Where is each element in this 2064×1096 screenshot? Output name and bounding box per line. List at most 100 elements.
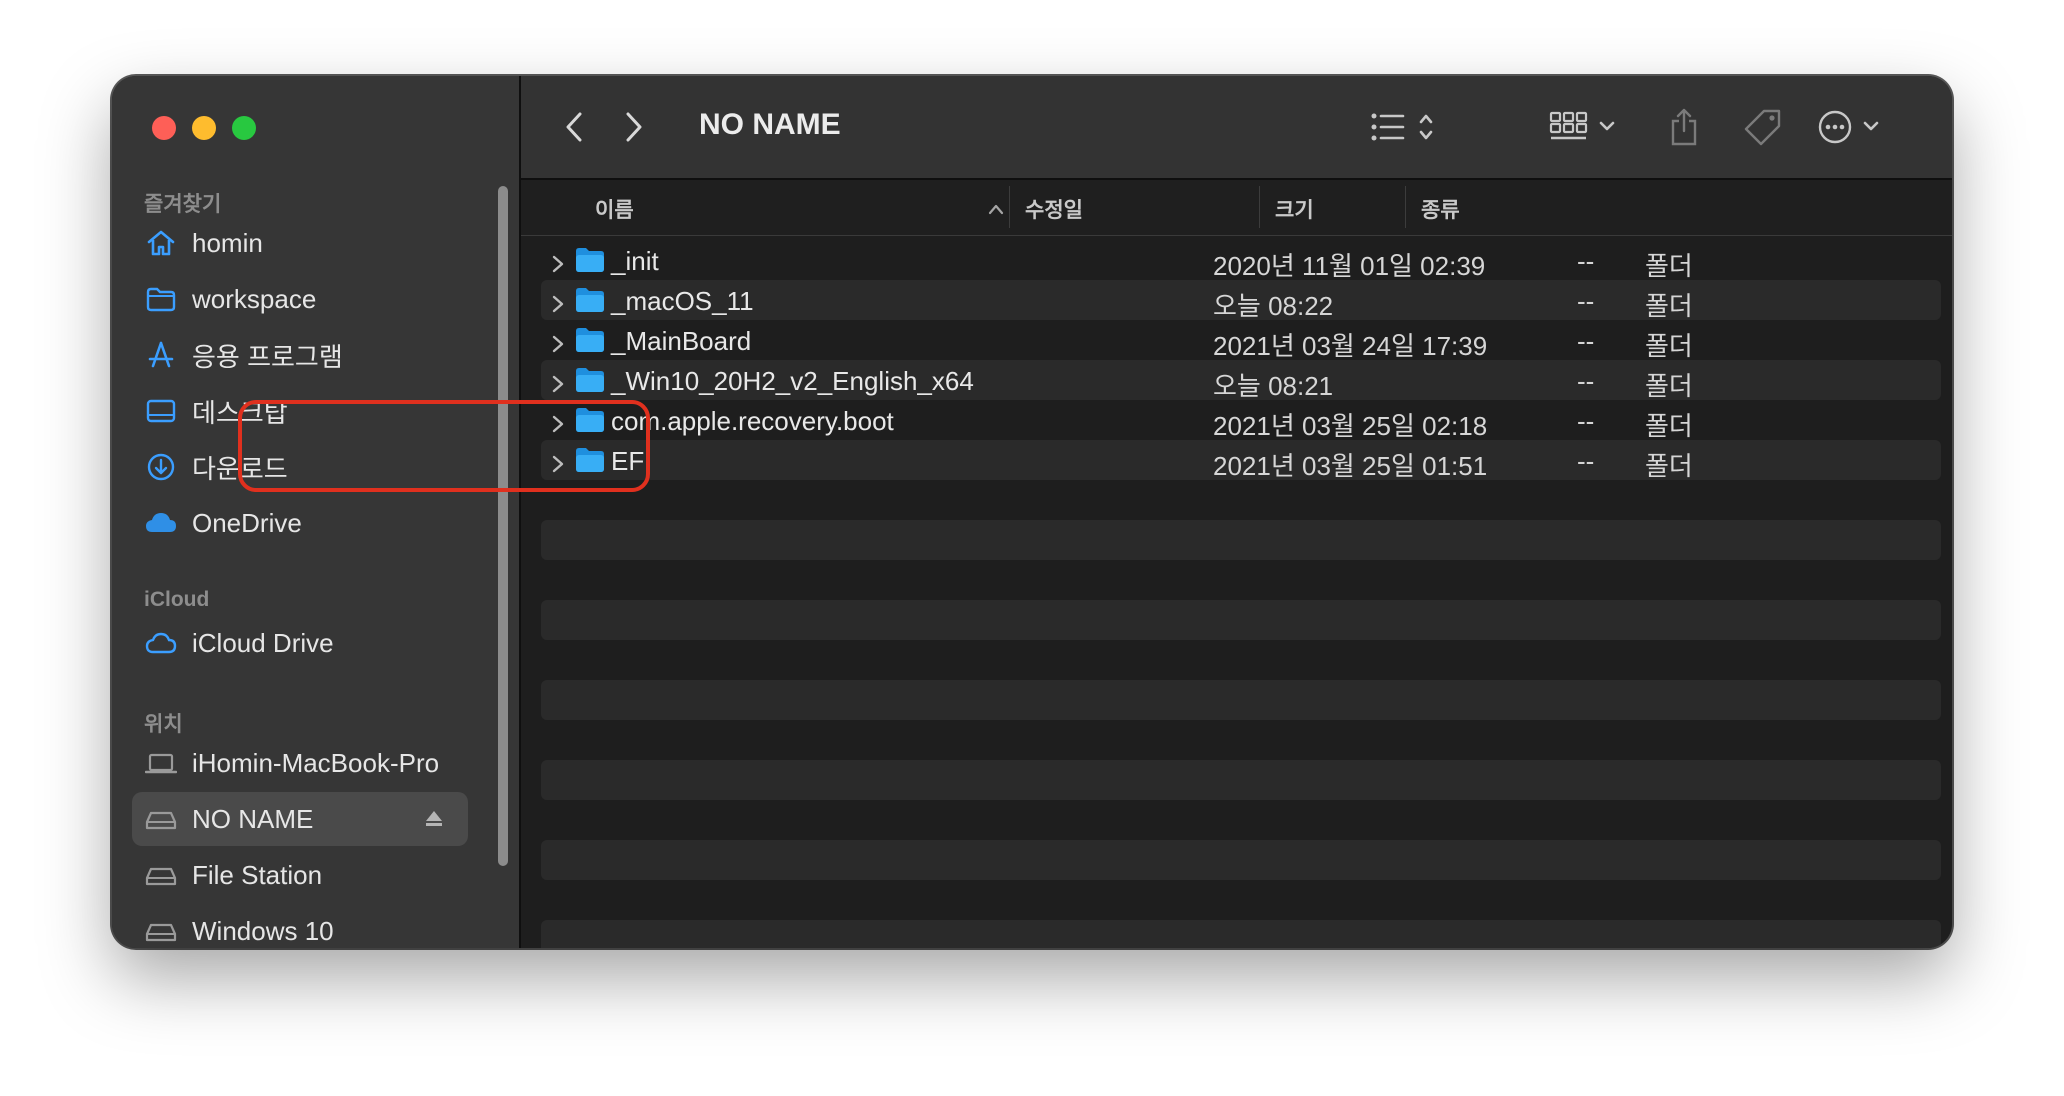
file-modified: 오늘 08:21 [1213, 371, 1334, 401]
icloud-icon [144, 626, 178, 660]
window-controls [152, 116, 256, 140]
sidebar-item-label: OneDrive [192, 507, 302, 538]
folder-icon [575, 247, 605, 280]
file-row[interactable]: _MainBoard 2021년 03월 24일 17:39 -- 폴더 [541, 320, 1941, 361]
sidebar-item-label: File Station [192, 859, 323, 890]
file-row[interactable]: EFI 2021년 03월 25일 01:51 -- 폴더 [541, 440, 1941, 481]
folder-icon [144, 282, 178, 316]
icloud-section-title: iCloud [144, 588, 210, 611]
sidebar-item-no-name[interactable]: NO NAME [132, 792, 468, 846]
file-kind: 폴더 [1645, 251, 1693, 281]
sidebar-item-onedrive[interactable]: OneDrive [132, 496, 468, 550]
sidebar-item-label: Windows 10 [192, 915, 334, 946]
column-header: 이름 수정일 크기 종류 [521, 180, 1952, 236]
column-separator [1405, 186, 1406, 228]
file-name: _init [611, 246, 659, 276]
file-size: -- [1577, 326, 1595, 356]
finder-window: 즐겨찾기 homin workspace 응용 프로그램 데스크탑 다운로드 O… [112, 76, 1952, 948]
sidebar-item-label: homin [192, 227, 263, 258]
column-separator [1009, 186, 1010, 228]
chevron-right-icon [624, 111, 644, 143]
sidebar-item-applications[interactable]: 응용 프로그램 [132, 328, 468, 382]
share-icon [1669, 107, 1699, 147]
tag-icon [1744, 108, 1782, 146]
column-modified[interactable]: 수정일 [1025, 194, 1083, 224]
file-modified: 2021년 03월 24일 17:39 [1213, 331, 1488, 361]
sidebar-item-label: iCloud Drive [192, 627, 334, 658]
minimize-button[interactable] [192, 116, 216, 140]
sidebar: 즐겨찾기 homin workspace 응용 프로그램 데스크탑 다운로드 O… [112, 76, 521, 948]
forward-button[interactable] [617, 102, 651, 152]
sidebar-scrollbar[interactable] [498, 186, 508, 866]
empty-row [541, 920, 1941, 948]
empty-row [541, 840, 1941, 880]
sidebar-item-workspace[interactable]: workspace [132, 272, 468, 326]
sidebar-item-icloud-drive[interactable]: iCloud Drive [132, 616, 468, 670]
sidebar-item-windows-10[interactable]: Windows 10 [132, 904, 468, 948]
laptop-icon [144, 746, 178, 780]
column-kind[interactable]: 종류 [1421, 194, 1460, 224]
file-kind: 폴더 [1645, 371, 1693, 401]
sidebar-item-homin[interactable]: homin [132, 216, 468, 270]
sidebar-item-label: workspace [192, 283, 317, 314]
column-size[interactable]: 크기 [1275, 194, 1314, 224]
sidebar-item-macbook[interactable]: iHomin-MacBook-Pro [132, 736, 468, 790]
disclosure-chevron-icon[interactable] [551, 370, 565, 401]
file-size: -- [1577, 406, 1595, 436]
desktop-icon [144, 394, 178, 428]
file-row[interactable]: com.apple.recovery.boot 2021년 03월 25일 02… [541, 400, 1941, 441]
sidebar-item-label: iHomin-MacBook-Pro [192, 747, 440, 778]
drive-icon [144, 802, 178, 836]
disclosure-chevron-icon[interactable] [551, 330, 565, 361]
file-kind: 폴더 [1645, 451, 1693, 481]
tag-button[interactable] [1743, 102, 1783, 152]
empty-row [541, 760, 1941, 800]
sidebar-item-file-station[interactable]: File Station [132, 848, 468, 902]
file-size: -- [1577, 446, 1595, 476]
drive-icon [144, 914, 178, 948]
drive-icon [144, 858, 178, 892]
group-button[interactable] [1549, 102, 1621, 152]
onedrive-cloud-icon [144, 506, 178, 540]
applications-icon [144, 338, 178, 372]
file-row[interactable]: _Win10_20H2_v2_English_x64 오늘 08:21 -- 폴… [541, 360, 1941, 401]
close-button[interactable] [152, 116, 176, 140]
folder-icon [575, 327, 605, 360]
download-icon [144, 450, 178, 484]
file-name: _Win10_20H2_v2_English_x64 [611, 366, 974, 396]
group-grid-icon [1549, 109, 1621, 145]
share-button[interactable] [1667, 102, 1701, 152]
highlight-annotation-box [238, 400, 650, 492]
zoom-button[interactable] [232, 116, 256, 140]
locations-section-title: 위치 [144, 713, 183, 736]
eject-icon[interactable] [422, 806, 446, 837]
house-icon [144, 226, 178, 260]
window-title: NO NAME [699, 108, 841, 141]
toolbar: NO NAME [521, 76, 1952, 180]
disclosure-chevron-icon[interactable] [551, 250, 565, 281]
sort-ascending-icon[interactable] [987, 198, 1005, 222]
file-kind: 폴더 [1645, 291, 1693, 321]
chevron-left-icon [564, 111, 584, 143]
column-name[interactable]: 이름 [595, 194, 634, 224]
file-name: com.apple.recovery.boot [611, 406, 894, 436]
empty-row [541, 600, 1941, 640]
favorites-section-title: 즐겨찾기 [144, 193, 222, 216]
disclosure-chevron-icon[interactable] [551, 290, 565, 321]
file-modified: 2020년 11월 01일 02:39 [1213, 251, 1486, 281]
file-size: -- [1577, 246, 1595, 276]
file-row[interactable]: _init 2020년 11월 01일 02:39 -- 폴더 [541, 240, 1941, 281]
file-row[interactable]: _macOS_11 오늘 08:22 -- 폴더 [541, 280, 1941, 321]
file-modified: 2021년 03월 25일 02:18 [1213, 411, 1488, 441]
more-actions-button[interactable] [1817, 102, 1889, 152]
back-button[interactable] [557, 102, 591, 152]
file-size: -- [1577, 366, 1595, 396]
file-name: _MainBoard [611, 326, 752, 356]
ellipsis-circle-icon [1817, 109, 1889, 145]
view-options-button[interactable] [1369, 102, 1439, 152]
column-separator [1259, 186, 1260, 228]
list-view-icon [1369, 109, 1439, 145]
file-kind: 폴더 [1645, 411, 1693, 441]
file-kind: 폴더 [1645, 331, 1693, 361]
file-list: _init 2020년 11월 01일 02:39 -- 폴더 _macOS_1… [521, 236, 1952, 948]
